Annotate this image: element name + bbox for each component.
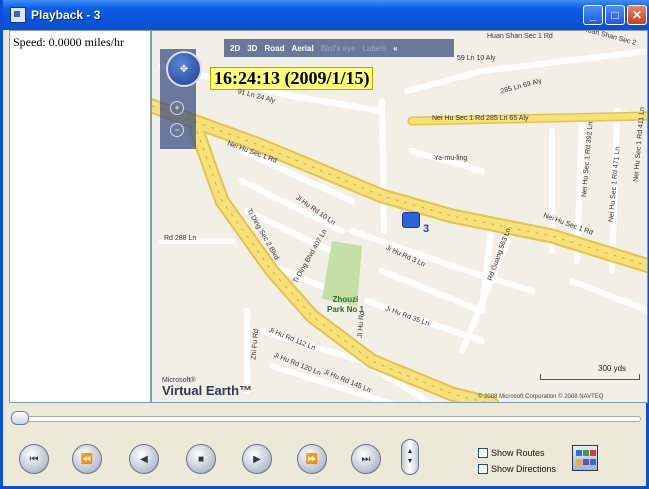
zoom-in-icon[interactable]: + [170,101,184,115]
copyright-text: © 2008 Microsoft Corporation © 2008 NAVT… [478,394,604,400]
park-label: Zhouzi Park No 1 [327,295,364,315]
park-name-line2: Park No 1 [327,305,364,314]
window-title: Playback - 3 [31,8,101,22]
show-routes-checkbox[interactable] [478,448,488,458]
app-icon [10,7,26,23]
pan-compass-icon[interactable]: ✥ [166,51,202,87]
aerial-button[interactable]: Aerial [291,44,313,53]
park-name-line1: Zhouzi [332,295,359,304]
window-controls: _ □ ✕ [583,5,647,25]
playback-controls: ⏮ ⏪ ◀ ■ ▶ ⏩ ⏭ ▲ ▼ Show Routes Show Direc… [3,432,649,489]
zoom-out-icon[interactable]: − [170,123,184,137]
step-back-button[interactable]: ◀ [129,444,159,474]
map-view[interactable]: ✥ + − 2D 3D Road Aerial Bird's eye Label… [151,30,648,403]
view-3d-button[interactable]: 3D [247,44,257,53]
show-routes-label: Show Routes [491,448,545,458]
speed-stepper[interactable]: ▲ ▼ [401,439,419,475]
show-directions-label: Show Directions [491,464,557,474]
street-label: Rd 288 Ln [164,235,197,242]
close-button[interactable]: ✕ [627,5,647,25]
playback-window: Playback - 3 _ □ ✕ Speed: 0.0000 miles/h… [0,0,649,489]
street-label: Ya-mu-ling [434,155,468,162]
show-directions-checkbox[interactable] [478,464,488,474]
minimize-button[interactable]: _ [583,5,603,25]
vehicle-marker-icon[interactable] [402,212,420,228]
show-directions-option[interactable]: Show Directions [478,464,556,474]
grid-settings-icon[interactable] [572,445,598,471]
virtual-earth-logo: Microsoft® Virtual Earth™ [162,377,252,397]
vehicle-label: 3 [423,223,430,235]
info-panel: Speed: 0.0000 miles/hr [9,30,151,403]
scale-label: 300 yds [598,364,627,373]
chevron-up-icon[interactable]: ▲ [407,447,414,457]
playback-slider-track[interactable] [13,416,641,422]
title-bar[interactable]: Playback - 3 _ □ ✕ [3,0,649,30]
road-button[interactable]: Road [264,44,284,53]
maximize-button[interactable]: □ [605,5,625,25]
street-label: Huan Shan Sec 1 Rd [487,33,553,40]
collapse-toolbar-button[interactable]: « [393,44,397,53]
view-2d-button[interactable]: 2D [230,44,240,53]
next-button[interactable]: ⏩ [297,444,327,474]
logo-virtual-earth: Virtual Earth™ [162,383,253,398]
playback-slider-thumb[interactable] [11,411,29,425]
scale-bar [540,374,640,380]
street-label: 59 Ln 10 Aly [457,55,496,62]
bird-eye-button[interactable]: Bird's eye [321,44,356,53]
show-routes-option[interactable]: Show Routes [478,448,545,458]
previous-button[interactable]: ⏪ [72,444,102,474]
labels-button[interactable]: Labels [363,44,387,53]
map-view-toolbar: 2D 3D Road Aerial Bird's eye Labels « [224,39,454,57]
stop-button[interactable]: ■ [186,444,216,474]
play-button[interactable]: ▶ [242,444,272,474]
chevron-down-icon[interactable]: ▼ [407,457,414,467]
speed-readout: Speed: 0.0000 miles/hr [13,35,124,49]
rewind-to-start-button[interactable]: ⏮ [19,444,49,474]
timestamp-label: 16:24:13 (2009/1/15) [210,67,374,90]
street-label: Nei Hu Sec 1 Rd 285 Ln 65 Aly [432,115,529,122]
fast-forward-button[interactable]: ⏭ [351,444,381,474]
